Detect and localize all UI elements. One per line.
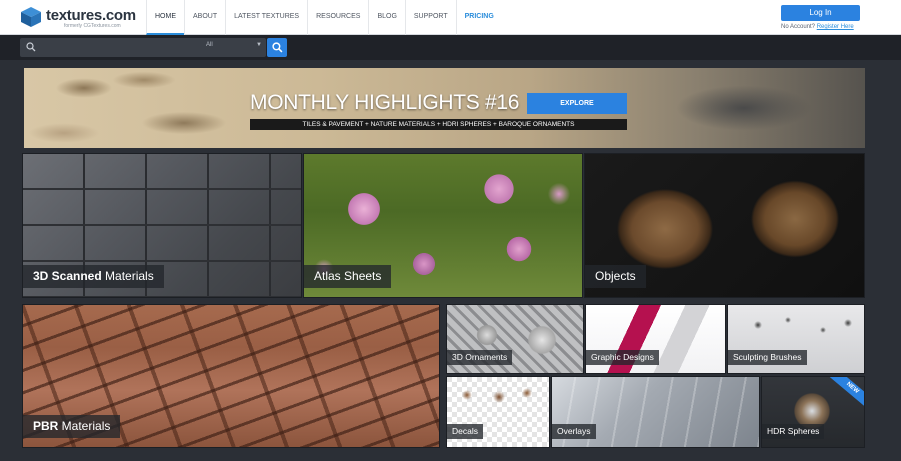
tile-label: Graphic Designs — [586, 350, 659, 365]
tile-overlays[interactable]: Overlays — [551, 376, 760, 448]
chevron-down-icon[interactable]: ▼ — [256, 42, 262, 48]
explore-button[interactable]: EXPLORE — [527, 93, 627, 114]
tile-decals[interactable]: Decals — [446, 376, 550, 448]
tile-objects[interactable]: Objects — [584, 153, 865, 298]
tile-hdr-spheres[interactable]: NEW HDR Spheres — [761, 376, 865, 448]
tile-label-strong: PBR — [33, 419, 59, 433]
monthly-highlights-banner[interactable]: MONTHLY HIGHLIGHTS #16 EXPLORE TILES & P… — [24, 68, 865, 148]
tile-3d-ornaments[interactable]: 3D Ornaments — [446, 304, 584, 374]
tile-sculpting-brushes[interactable]: Sculpting Brushes — [727, 304, 865, 374]
account-prompt: No Account? Register Here — [781, 24, 854, 30]
nav-latest-textures[interactable]: LATEST TEXTURES — [225, 0, 307, 35]
tile-3d-scanned-materials[interactable]: 3D Scanned Materials — [22, 153, 302, 298]
logo-subtext: formerly CGTextures.com — [64, 23, 121, 29]
new-badge: NEW — [825, 377, 864, 412]
main-nav: HOME ABOUT LATEST TEXTURES RESOURCES BLO… — [146, 0, 502, 35]
banner-title: MONTHLY HIGHLIGHTS #16 — [250, 91, 520, 114]
site-logo[interactable]: textures.com formerly CGTextures.com — [20, 5, 150, 31]
nav-resources[interactable]: RESOURCES — [307, 0, 368, 35]
top-header: textures.com formerly CGTextures.com HOM… — [0, 0, 901, 35]
search-icon — [272, 42, 283, 53]
tile-graphic-designs[interactable]: Graphic Designs — [585, 304, 726, 374]
login-button[interactable]: Log In — [781, 5, 860, 21]
tile-label: Atlas Sheets — [304, 265, 392, 288]
tile-label-rest: Materials — [58, 419, 111, 433]
tile-label-rest: Materials — [101, 269, 154, 283]
tile-label: Objects — [585, 265, 646, 288]
tile-label: Decals — [447, 424, 483, 439]
search-bar: All ▼ — [0, 35, 901, 60]
banner-tagline: TILES & PAVEMENT + NATURE MATERIALS + HD… — [250, 119, 627, 130]
nav-about[interactable]: ABOUT — [184, 0, 225, 35]
register-link[interactable]: Register Here — [817, 24, 854, 30]
tile-atlas-sheets[interactable]: Atlas Sheets — [303, 153, 583, 298]
tile-label: PBR Materials — [23, 415, 121, 438]
cube-logo-icon — [21, 7, 41, 27]
search-box: All ▼ — [20, 38, 266, 57]
search-category-select[interactable]: All — [206, 42, 213, 48]
tile-label: Overlays — [552, 424, 596, 439]
tile-label: 3D Scanned Materials — [23, 265, 164, 288]
search-icon — [26, 42, 36, 52]
nav-pricing[interactable]: PRICING — [455, 0, 502, 35]
nav-blog[interactable]: BLOG — [368, 0, 404, 35]
tile-pbr-materials[interactable]: PBR Materials — [22, 304, 440, 448]
tile-label: 3D Ornaments — [447, 350, 513, 365]
tile-label-strong: 3D Scanned — [33, 269, 102, 283]
tile-label: Sculpting Brushes — [728, 350, 807, 365]
search-submit-button[interactable] — [267, 38, 287, 57]
tile-label: HDR Spheres — [762, 424, 825, 439]
no-account-text: No Account? — [781, 24, 816, 30]
nav-home[interactable]: HOME — [146, 0, 184, 35]
search-input[interactable] — [40, 41, 200, 54]
logo-text: textures.com — [46, 7, 136, 24]
nav-support[interactable]: SUPPORT — [404, 0, 456, 35]
